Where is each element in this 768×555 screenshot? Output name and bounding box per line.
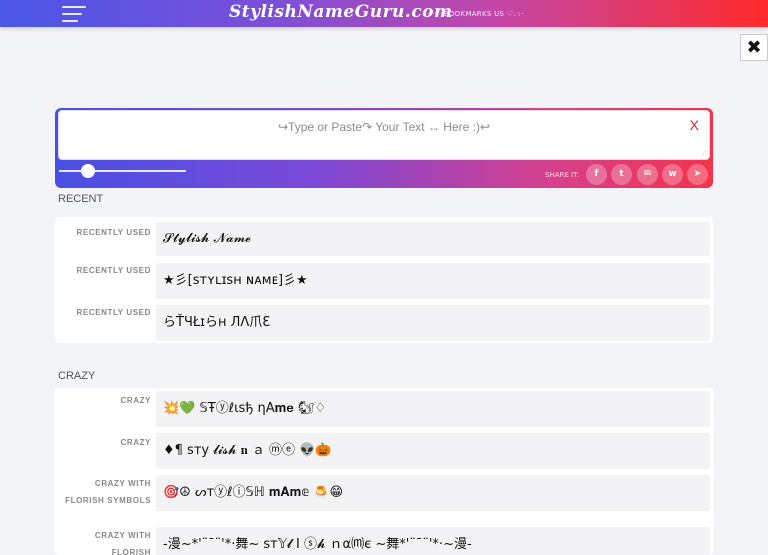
list-item: RECENTLY USED 𝓢𝓽𝔂𝓵𝓲𝓼𝓱 𝓝𝓪𝓶𝓮 — [55, 220, 713, 258]
styled-name-result[interactable]: ♦¶ ѕᴛу 𝓵𝓲𝓼𝓱 𝐧 ａ ⓜⓔ 👽🎃 — [156, 433, 710, 469]
top-navigation-bar: StylishNameGuru.com ·:·.·♡ BOOKMARKS US … — [0, 0, 768, 27]
list-item: CRAZY ♦¶ ѕᴛу 𝓵𝓲𝓼𝓱 𝐧 ａ ⓜⓔ 👽🎃 — [55, 432, 713, 470]
email-share-icon[interactable]: ✉ — [637, 164, 658, 185]
bookmark-notice: ·:·.·♡ BOOKMARKS US ♡.·:· — [422, 10, 524, 18]
font-size-slider[interactable] — [59, 170, 186, 172]
row-label: CRAZY — [120, 396, 151, 405]
list-item: CRAZY WITH FLORISH -漫~*'¨¯¨'*·舞~ ѕᴛ𝕐𝓵 I … — [55, 526, 713, 555]
row-label: RECENTLY USED — [76, 266, 151, 275]
text-input-panel: ↪Type or Paste↷ Your Text ↔ Here :)↩ X ⋰… — [55, 108, 713, 188]
close-icon[interactable]: ✖ — [740, 34, 768, 61]
row-label: CRAZY WITH FLORISH SYMBOLS — [65, 479, 151, 505]
styled-name-result[interactable]: 🎯☮ ᔕᴛⓨℓⓘ𝕊ℍ 𝐦𝐀𝐦𝕖 🍮😁 — [156, 475, 710, 511]
styled-name-result[interactable]: -漫~*'¨¯¨'*·舞~ ѕᴛ𝕐𝓵 I ⓢ𝓱 ｎα⒨є ~舞*'¨¯¨'*·~… — [156, 527, 710, 555]
list-item: CRAZY WITH FLORISH SYMBOLS 🎯☮ ᔕᴛⓨℓⓘ𝕊ℍ 𝐦𝐀… — [55, 474, 713, 520]
row-label: RECENTLY USED — [76, 308, 151, 317]
text-input-field[interactable]: ↪Type or Paste↷ Your Text ↔ Here :)↩ X ⋰ — [58, 110, 710, 160]
row-label: CRAZY WITH FLORISH — [94, 531, 151, 555]
styled-name-result[interactable]: ★彡[ꜱᴛʏʟɪꜱʜ ɴᴀᴍᴇ]彡★ — [156, 263, 710, 299]
list-item: CRAZY 💥💚 𝕊Ŧⓨℓɩѕђ ηΑ𝐦𝐞 🐿♢ — [55, 390, 713, 428]
resize-handle-icon[interactable]: ⋰ — [700, 150, 707, 158]
section-title-recent: RECENT — [58, 193, 104, 205]
clear-input-button[interactable]: X — [690, 117, 699, 133]
section-title-crazy: CRAZY — [58, 370, 96, 382]
row-label: RECENTLY USED — [76, 228, 151, 237]
row-label: CRAZY — [120, 438, 151, 447]
menu-icon[interactable] — [62, 6, 86, 22]
styled-name-result[interactable]: 💥💚 𝕊Ŧⓨℓɩѕђ ηΑ𝐦𝐞 🐿♢ — [156, 391, 710, 427]
styled-name-result[interactable]: 𝓢𝓽𝔂𝓵𝓲𝓼𝓱 𝓝𝓪𝓶𝓮 — [156, 222, 710, 256]
telegram-share-icon[interactable]: ➤ — [687, 164, 708, 185]
whatsapp-share-icon[interactable]: w — [662, 164, 683, 185]
facebook-share-icon[interactable]: f — [586, 164, 607, 185]
list-item: RECENTLY USED らŤЧŁɪらн ЛΛ爪Ɛ — [55, 304, 713, 342]
list-item: RECENTLY USED ★彡[ꜱᴛʏʟɪꜱʜ ɴᴀᴍᴇ]彡★ — [55, 262, 713, 300]
crazy-card: CRAZY 💥💚 𝕊Ŧⓨℓɩѕђ ηΑ𝐦𝐞 🐿♢ CRAZY ♦¶ ѕᴛу 𝓵𝓲… — [55, 388, 713, 555]
twitter-share-icon[interactable]: t — [611, 164, 632, 185]
slider-handle[interactable] — [81, 164, 95, 178]
site-logo[interactable]: StylishNameGuru.com — [229, 2, 453, 22]
recent-card: RECENTLY USED 𝓢𝓽𝔂𝓵𝓲𝓼𝓱 𝓝𝓪𝓶𝓮 RECENTLY USED… — [55, 217, 713, 343]
share-label: SHARE IT: — [545, 171, 579, 179]
input-placeholder: ↪Type or Paste↷ Your Text ↔ Here :)↩ — [277, 120, 491, 134]
styled-name-result[interactable]: らŤЧŁɪらн ЛΛ爪Ɛ — [156, 305, 710, 341]
